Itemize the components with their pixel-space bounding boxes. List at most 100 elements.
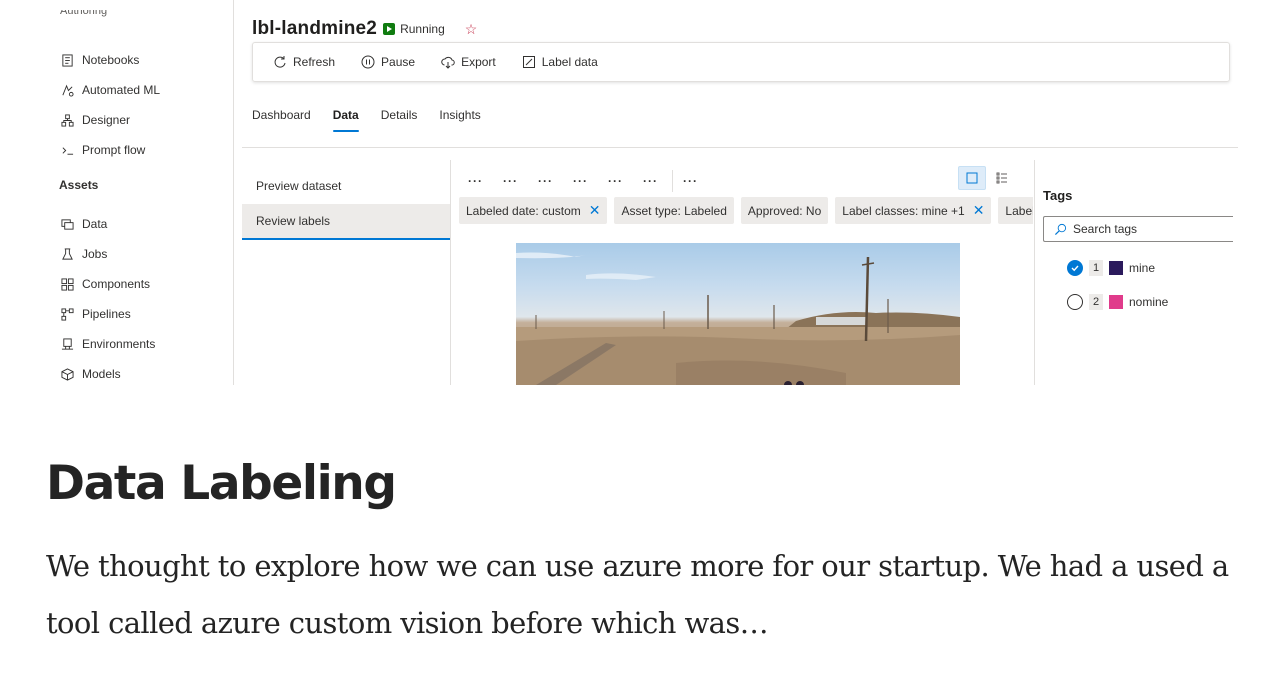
tags-heading: Tags — [1043, 188, 1073, 203]
filter-label: Approved: No — [747, 203, 822, 218]
environments-icon — [60, 337, 74, 351]
models-icon — [60, 367, 74, 381]
refresh-button[interactable]: Refresh — [273, 55, 335, 69]
screenshot-image: Authoring Notebooks Automated ML Designe… — [46, 0, 1246, 385]
filter-chips: Labeled date: custom ✕ Asset type: Label… — [459, 197, 1033, 224]
label-data-button[interactable]: Label data — [522, 55, 598, 69]
data-icon — [60, 217, 74, 231]
export-button[interactable]: Export — [441, 55, 496, 69]
components-icon — [60, 277, 74, 291]
checked-radio-icon[interactable] — [1067, 260, 1083, 276]
edit-icon — [522, 56, 535, 68]
sidebar: Authoring Notebooks Automated ML Designe… — [46, 0, 234, 385]
sidebar-item-label: Jobs — [82, 247, 108, 261]
sidebar-item-label: Automated ML — [82, 83, 161, 97]
image-toolbar: ··· ··· ··· ··· ··· ··· ··· — [468, 170, 718, 192]
divider — [450, 160, 451, 385]
filter-chip[interactable]: Labelers: — [998, 197, 1033, 224]
sidebar-section-cutoff: Authoring — [60, 10, 108, 17]
sidebar-item-designer[interactable]: Designer — [60, 110, 130, 130]
tag-name: nomine — [1129, 295, 1169, 309]
sidebar-item-models[interactable]: Models — [60, 364, 121, 384]
more-options-icon[interactable]: ··· — [608, 175, 623, 187]
search-tags-input[interactable]: Search tags — [1043, 216, 1233, 242]
designer-icon — [60, 113, 74, 127]
filter-label: Asset type: Labeled — [621, 203, 727, 218]
filter-chip[interactable]: Approved: No — [740, 197, 829, 224]
tab-data[interactable]: Data — [332, 108, 359, 132]
tab-details[interactable]: Details — [381, 108, 418, 130]
tag-item-nomine[interactable]: 2 nomine — [1067, 294, 1168, 310]
sidebar-item-label: Data — [82, 217, 108, 231]
sidebar-item-label: Pipelines — [82, 307, 131, 321]
page-header: lbl-landmine2 Running ☆ — [252, 18, 477, 40]
label-data-label: Label data — [541, 55, 598, 69]
divider — [242, 147, 1238, 148]
sidebar-item-environments[interactable]: Environments — [60, 334, 155, 354]
tab-insights[interactable]: Insights — [439, 108, 480, 130]
sidebar-item-label: Components — [82, 277, 151, 291]
radio-icon[interactable] — [1067, 294, 1083, 310]
sidebar-item-automated-ml[interactable]: Automated ML — [60, 80, 160, 100]
more-options-icon[interactable]: ··· — [643, 175, 658, 187]
landscape-photo — [516, 252, 960, 385]
square-icon — [966, 172, 978, 184]
tab-dashboard[interactable]: Dashboard — [252, 108, 311, 130]
refresh-label: Refresh — [293, 55, 336, 69]
star-icon[interactable]: ☆ — [465, 21, 478, 38]
main-panel: lbl-landmine2 Running ☆ Refresh Pause Ex… — [234, 0, 1246, 385]
tag-hotkey: 1 — [1089, 260, 1103, 276]
toolbar-separator — [672, 170, 673, 192]
export-icon — [441, 56, 455, 69]
more-options-icon[interactable]: ··· — [503, 175, 518, 187]
divider — [1034, 160, 1035, 385]
list-view-button[interactable] — [994, 170, 1010, 186]
filter-chip[interactable]: Asset type: Labeled — [614, 197, 734, 224]
filter-label: Label classes: mine +1 — [842, 203, 965, 218]
sidebar-item-label: Notebooks — [82, 53, 140, 67]
command-bar: Refresh Pause Export Label data — [252, 42, 1230, 82]
sidebar-item-jobs[interactable]: Jobs — [60, 244, 107, 264]
prompt-flow-icon — [60, 143, 74, 157]
pause-button[interactable]: Pause — [361, 55, 415, 69]
more-options-icon[interactable]: ··· — [468, 175, 483, 187]
review-labels-item[interactable]: Review labels — [242, 204, 450, 240]
more-options-icon[interactable]: ··· — [573, 175, 588, 187]
tag-color-swatch — [1109, 261, 1123, 275]
sidebar-item-prompt-flow[interactable]: Prompt flow — [60, 140, 145, 160]
close-icon[interactable]: ✕ — [589, 202, 601, 219]
preview-dataset-item[interactable]: Preview dataset — [242, 168, 450, 204]
sidebar-item-pipelines[interactable]: Pipelines — [60, 304, 131, 324]
status-badge: Running — [383, 22, 445, 36]
data-view-menu: Preview dataset Review labels — [242, 168, 450, 385]
more-options-icon[interactable]: ··· — [683, 175, 698, 187]
status-text: Running — [400, 22, 445, 36]
tag-color-swatch — [1109, 295, 1123, 309]
export-label: Export — [461, 55, 496, 69]
sidebar-item-label: Designer — [82, 113, 131, 127]
sidebar-item-components[interactable]: Components — [60, 274, 150, 294]
filter-label: Labeled date: custom — [466, 203, 581, 218]
jobs-icon — [60, 247, 74, 261]
more-options-icon[interactable]: ··· — [538, 175, 553, 187]
filter-chip[interactable]: Labeled date: custom ✕ — [459, 197, 608, 224]
sidebar-item-data[interactable]: Data — [60, 214, 107, 234]
assets-heading: Assets — [59, 178, 99, 192]
single-view-button[interactable] — [958, 166, 986, 190]
list-icon — [996, 172, 1007, 184]
sidebar-item-label: Prompt flow — [82, 143, 146, 157]
filter-chip[interactable]: Label classes: mine +1 ✕ — [835, 197, 992, 224]
pause-icon — [361, 55, 375, 69]
labeled-image[interactable] — [516, 243, 960, 385]
tag-name: mine — [1129, 261, 1156, 275]
pause-label: Pause — [381, 55, 416, 69]
automl-icon — [60, 83, 74, 97]
close-icon[interactable]: ✕ — [973, 202, 985, 219]
article-excerpt[interactable]: We thought to explore how we can use azu… — [46, 538, 1261, 652]
refresh-icon — [274, 56, 286, 68]
article-title[interactable]: Data Labeling — [46, 456, 397, 511]
search-icon — [1054, 223, 1067, 235]
sidebar-item-notebooks[interactable]: Notebooks — [60, 50, 139, 70]
pipelines-icon — [60, 307, 74, 321]
tag-item-mine[interactable]: 1 mine — [1067, 260, 1155, 276]
